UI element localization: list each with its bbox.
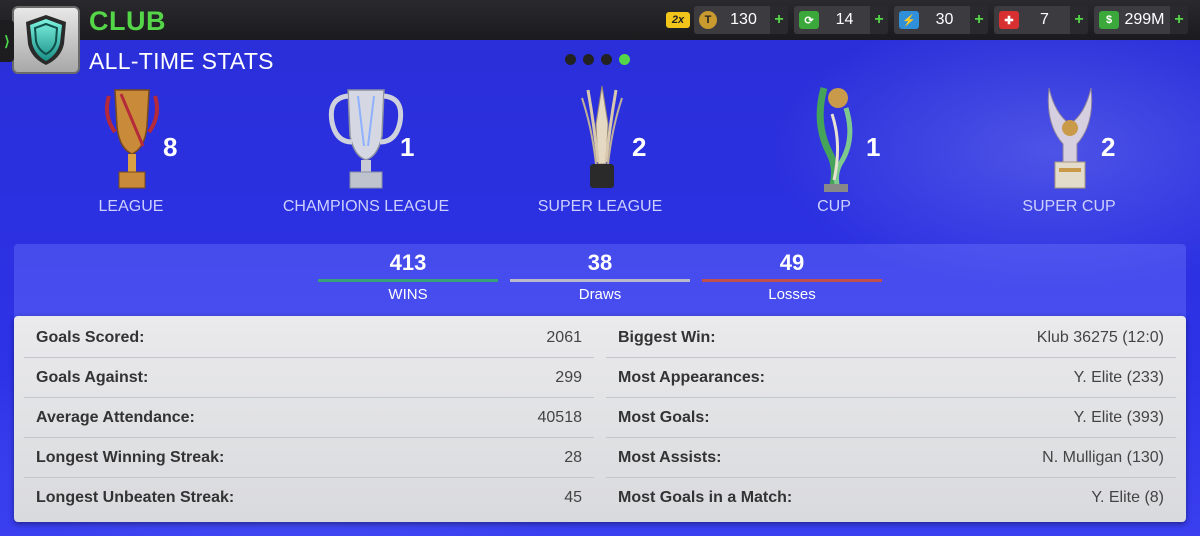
cup-trophy-icon: [816, 87, 853, 192]
stats-left-column: Goals Scored: 2061 Goals Against: 299 Aver…: [24, 318, 594, 518]
stat-row: Most Assists: N. Mulligan (130): [606, 438, 1176, 478]
page-subtitle: ALL-TIME STATS: [89, 48, 274, 74]
side-menu-toggle[interactable]: ⟩: [0, 20, 14, 62]
page-dot[interactable]: [583, 54, 594, 65]
stat-row: Biggest Win: Klub 36275 (12:0): [606, 318, 1176, 358]
medical-icon: ✚: [999, 11, 1019, 29]
stat-label: Average Attendance:: [36, 408, 195, 426]
stat-row: Average Attendance: 40518: [24, 398, 594, 438]
stat-value: Y. Elite (8): [1091, 489, 1164, 506]
stat-label: Most Assists:: [618, 448, 722, 466]
stat-label: Goals Against:: [36, 368, 149, 386]
stat-label: Longest Unbeaten Streak:: [36, 489, 235, 506]
result-wins: 413 WINS: [318, 250, 498, 303]
trophy-label: CHAMPIONS LEAGUE: [282, 198, 450, 215]
result-losses: 49 Losses: [702, 250, 882, 303]
club-badge[interactable]: [12, 6, 80, 74]
trophy-cup: 1 CUP: [734, 84, 934, 224]
add-energy-button[interactable]: +: [970, 6, 988, 34]
draws-bar: [510, 279, 690, 282]
trophy-count: 1: [400, 132, 415, 162]
currency-tokens[interactable]: T 130 +: [694, 6, 788, 34]
draws-label: Draws: [578, 286, 622, 303]
super-league-trophy-icon: [581, 85, 623, 188]
stats-right-column: Biggest Win: Klub 36275 (12:0) Most Appea…: [606, 318, 1176, 518]
stat-value: 40518: [537, 408, 583, 426]
currency-value: 130: [730, 11, 757, 28]
page-dot-active[interactable]: [619, 54, 630, 65]
stat-value: N. Mulligan (130): [1042, 448, 1164, 466]
stat-value: 2061: [546, 328, 582, 346]
currency-value: 14: [835, 11, 854, 28]
page-indicator[interactable]: [565, 54, 630, 65]
money-icon: $: [1099, 11, 1119, 29]
multiplier-badge: 2x: [666, 12, 690, 28]
trophy-super-cup: 2 SUPER CUP: [969, 84, 1169, 224]
trophy-label: CUP: [817, 198, 851, 215]
stat-row: Goals Against: 299: [24, 358, 594, 398]
trophy-count: 2: [1101, 132, 1116, 162]
currency-energy[interactable]: ⚡ 30 +: [894, 6, 988, 34]
trophy-count: 1: [866, 132, 881, 162]
losses-bar: [702, 279, 882, 282]
losses-count: 49: [779, 250, 805, 275]
stat-label: Most Goals:: [618, 408, 710, 426]
stat-label: Goals Scored:: [36, 328, 145, 346]
currency-money[interactable]: $ 299M +: [1094, 6, 1188, 34]
trophy-count: 2: [632, 132, 647, 162]
page-dot[interactable]: [565, 54, 576, 65]
trophy-label: LEAGUE: [98, 198, 164, 215]
stat-row: Longest Unbeaten Streak: 45: [24, 478, 594, 518]
result-draws: 38 Draws: [510, 250, 690, 303]
club-shield-icon: [26, 15, 66, 65]
stat-row: Goals Scored: 2061: [24, 318, 594, 358]
energy-icon: ⚡: [899, 11, 919, 29]
add-medical-button[interactable]: +: [1070, 6, 1088, 34]
add-money-button[interactable]: +: [1170, 6, 1188, 34]
add-tokens-button[interactable]: +: [770, 6, 788, 34]
stat-label: Longest Winning Streak:: [36, 448, 225, 466]
trophy-label: SUPER CUP: [1022, 198, 1116, 215]
stat-value: Klub 36275 (12:0): [1036, 328, 1164, 346]
currency-value: 299M: [1124, 11, 1165, 28]
stat-value: Y. Elite (393): [1073, 408, 1164, 426]
wins-count: 413: [389, 250, 427, 275]
page-dot[interactable]: [601, 54, 612, 65]
champions-league-trophy-icon: [328, 89, 404, 189]
stat-value: 299: [555, 368, 582, 386]
stat-row: Most Goals: Y. Elite (393): [606, 398, 1176, 438]
trophy-champions-league: 1 CHAMPIONS LEAGUE: [266, 84, 466, 224]
wins-label: WINS: [388, 286, 428, 303]
stat-value: 28: [564, 448, 582, 466]
token-icon: T: [699, 11, 717, 29]
chevron-right-icon: ⟩: [4, 32, 10, 49]
currency-value: 30: [935, 11, 954, 28]
trophy-count: 8: [163, 132, 178, 162]
stat-value: Y. Elite (233): [1073, 368, 1164, 386]
trophy-label: SUPER LEAGUE: [537, 198, 663, 215]
currency-training[interactable]: ⟳ 14 +: [794, 6, 888, 34]
currency-value: 7: [1040, 11, 1049, 28]
add-training-button[interactable]: +: [870, 6, 888, 34]
training-icon: ⟳: [799, 11, 819, 29]
stats-table: Goals Scored: 2061 Goals Against: 299 Aver…: [14, 316, 1186, 522]
stat-row: Most Appearances: Y. Elite (233): [606, 358, 1176, 398]
trophy-league: 8 LEAGUE: [31, 84, 231, 224]
stat-label: Biggest Win:: [618, 328, 716, 346]
page-title: CLUB: [89, 6, 166, 36]
losses-label: Losses: [768, 286, 816, 303]
super-cup-trophy-icon: [1047, 87, 1093, 189]
stat-row: Most Goals in a Match: Y. Elite (8): [606, 478, 1176, 518]
wins-bar: [318, 279, 498, 282]
stat-label: Most Appearances:: [618, 368, 765, 386]
draws-count: 38: [587, 250, 613, 275]
stat-label: Most Goals in a Match:: [618, 489, 793, 506]
league-trophy-icon: [105, 89, 159, 189]
currency-medical[interactable]: ✚ 7 +: [994, 6, 1088, 34]
stat-value: 45: [564, 489, 582, 506]
stat-row: Longest Winning Streak: 28: [24, 438, 594, 478]
trophy-super-league: 2 SUPER LEAGUE: [500, 84, 700, 224]
